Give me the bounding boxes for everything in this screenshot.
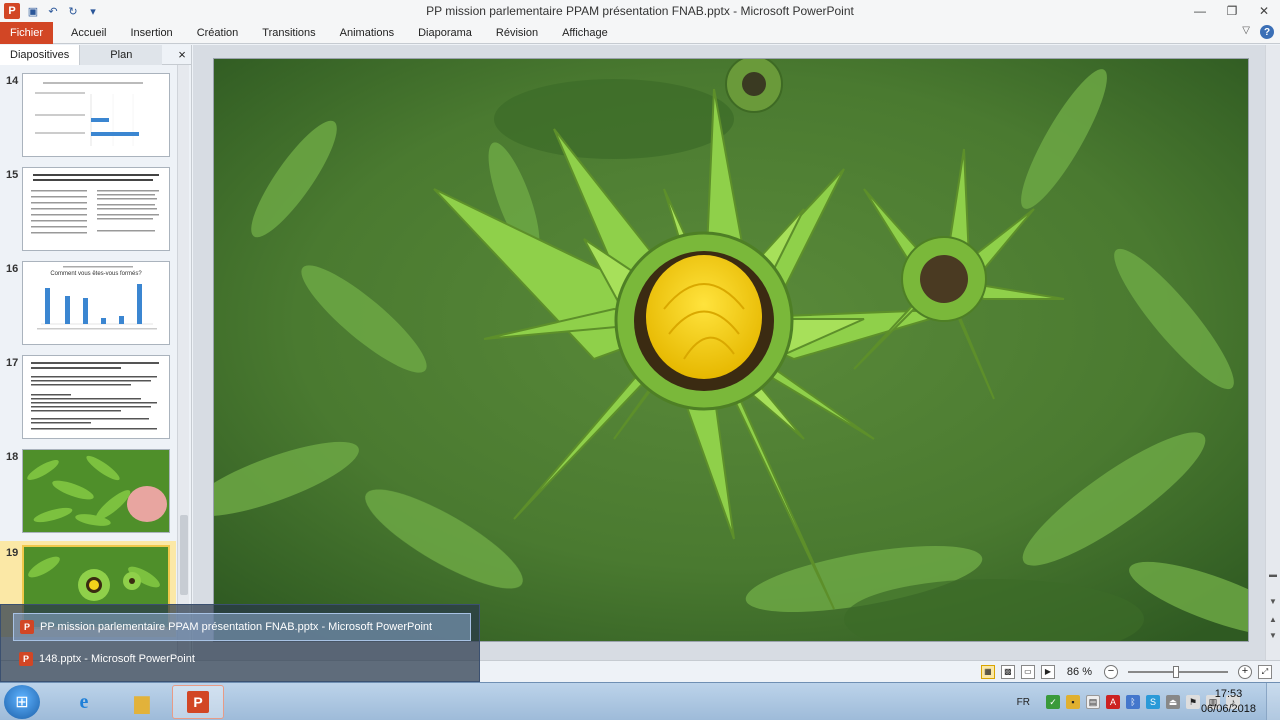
zoom-out-button[interactable]: − [1104, 664, 1118, 679]
start-button[interactable]: ⊞ [4, 685, 40, 719]
slideshow-view-icon[interactable]: ▶ [1040, 664, 1055, 679]
tab-diapositives[interactable]: Diapositives [0, 44, 81, 65]
main-scrollbar[interactable]: ▬ ▼ ▲ ▼ [1265, 45, 1280, 660]
normal-view-icon[interactable]: ▦ [980, 664, 995, 679]
save-icon[interactable]: ▣ [26, 4, 40, 18]
show-desktop-button[interactable] [1266, 683, 1280, 720]
skype-icon[interactable]: S [1146, 695, 1160, 709]
slide-number: 16 [6, 263, 19, 275]
slide-editor [193, 45, 1265, 660]
tab-transitions[interactable]: Transitions [250, 22, 327, 44]
minimize-ribbon-icon[interactable]: ▽ [1242, 25, 1250, 39]
panel-scroll-thumb[interactable] [180, 515, 188, 595]
tab-affichage[interactable]: Affichage [550, 22, 620, 44]
redo-icon[interactable]: ↻ [66, 4, 80, 18]
reading-view-icon[interactable]: ▭ [1020, 664, 1035, 679]
internet-explorer-icon[interactable]: e [58, 685, 110, 719]
slide-number: 15 [6, 169, 19, 181]
zoom-level[interactable]: 86 % [1067, 666, 1092, 678]
zoom-in-button[interactable]: + [1238, 664, 1252, 679]
taskbar-window-list: P PP mission parlementaire PPAM présenta… [0, 604, 480, 682]
powerpoint-icon: P [20, 620, 34, 634]
system-clock[interactable]: 17:53 06/06/2018 [1201, 687, 1256, 717]
tab-creation[interactable]: Création [185, 22, 251, 44]
fit-to-window-icon[interactable]: ⤢ [1258, 664, 1272, 679]
customize-qat-icon[interactable]: ▾ [86, 4, 100, 18]
window-title: PP mission parlementaire PPAM présentati… [426, 4, 854, 18]
clock-time: 17:53 [1214, 688, 1243, 700]
tab-diaporama[interactable]: Diaporama [406, 22, 484, 44]
window-list-item-label: PP mission parlementaire PPAM présentati… [40, 621, 433, 633]
minimize-button[interactable]: — [1184, 0, 1216, 22]
slide-thumbnail[interactable] [22, 73, 170, 157]
ribbon-tabs: Fichier Accueil Insertion Création Trans… [0, 21, 1280, 44]
quick-access-toolbar: P ▣ ↶ ↻ ▾ [0, 3, 100, 19]
powerpoint-icon: P [19, 652, 33, 666]
slide-thumbnail[interactable] [22, 167, 170, 251]
powerpoint-taskbar-button[interactable]: P [172, 685, 224, 719]
security-icon[interactable]: ✓ [1046, 695, 1060, 709]
tab-animations[interactable]: Animations [328, 22, 406, 44]
window-list-item-active[interactable]: P PP mission parlementaire PPAM présenta… [13, 613, 471, 641]
tab-fichier[interactable]: Fichier [0, 21, 54, 44]
title-bar: P ▣ ↶ ↻ ▾ PP mission parlementaire PPAM … [0, 0, 1280, 22]
restore-button[interactable]: ❐ [1216, 0, 1248, 22]
powerpoint-logo-icon[interactable]: P [4, 3, 20, 19]
scroll-thumb[interactable]: ▬ [1268, 570, 1278, 579]
tab-plan[interactable]: Plan [80, 44, 163, 65]
usb-icon[interactable]: ⏏ [1166, 695, 1180, 709]
close-button[interactable]: ✕ [1248, 0, 1280, 22]
window-list-item-label: 148.pptx - Microsoft PowerPoint [39, 653, 195, 665]
flag-icon[interactable]: ⚑ [1186, 695, 1200, 709]
undo-icon[interactable]: ↶ [46, 4, 60, 18]
previous-slide-icon[interactable]: ▲ [1268, 615, 1278, 624]
tab-insertion[interactable]: Insertion [118, 22, 184, 44]
powerpoint-icon: P [187, 691, 209, 713]
slide-number: 18 [6, 451, 19, 463]
scroll-down-icon[interactable]: ▼ [1268, 597, 1278, 606]
next-slide-icon[interactable]: ▼ [1268, 631, 1278, 640]
close-panel-icon[interactable]: × [173, 47, 191, 62]
current-slide-photo[interactable] [213, 58, 1249, 642]
slide-panel: Diapositives Plan × 14 15 16 Comment vou… [0, 44, 192, 660]
tab-accueil[interactable]: Accueil [59, 22, 118, 44]
bluetooth-icon[interactable]: ᛒ [1126, 695, 1140, 709]
zoom-slider[interactable] [1128, 665, 1228, 678]
thumbnail-title: Comment vous êtes-vous formés? [50, 271, 142, 277]
file-explorer-icon[interactable]: ▆ [116, 685, 168, 719]
language-indicator[interactable]: FR [1017, 697, 1030, 708]
slide-number: 14 [6, 75, 19, 87]
taskbar: ⊞ e ▆ P FR ✓ ▪ ▤ A ᛒ S ⏏ ⚑ ▥ ♪ 17:53 06/… [0, 682, 1280, 720]
tab-revision[interactable]: Révision [484, 22, 550, 44]
slide-number: 19 [6, 547, 19, 559]
slide-thumbnail[interactable]: Comment vous êtes-vous formés? [22, 261, 170, 345]
clock-date: 06/06/2018 [1200, 703, 1256, 715]
zoom-slider-knob[interactable] [1173, 665, 1180, 678]
help-icon[interactable]: ? [1260, 25, 1274, 39]
slide-number: 17 [6, 357, 19, 369]
slide-sorter-icon[interactable]: ▩ [1000, 664, 1015, 679]
window-list-item[interactable]: P 148.pptx - Microsoft PowerPoint [13, 645, 471, 673]
pdf-icon[interactable]: A [1106, 695, 1120, 709]
slide-thumbnail[interactable] [22, 449, 170, 533]
folder-icon[interactable]: ▪ [1066, 695, 1080, 709]
slide-thumbnail[interactable] [22, 355, 170, 439]
printer-icon[interactable]: ▤ [1086, 695, 1100, 709]
panel-scrollbar[interactable] [177, 65, 189, 660]
